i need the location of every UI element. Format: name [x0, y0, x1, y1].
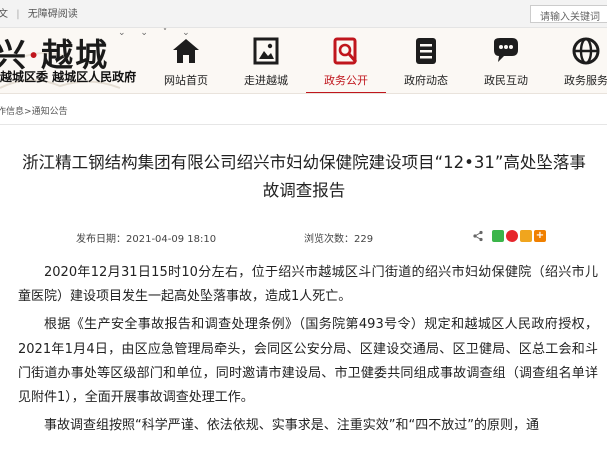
nav-label-home: 网站首页 — [164, 74, 208, 87]
article-paragraph: 2020年12月31日15时10分左右，位于绍兴市越城区斗门街道的绍兴市妇幼保健… — [18, 265, 598, 305]
plus-icon[interactable]: + — [534, 230, 546, 242]
article-body: 2020年12月31日15时10分左右，位于绍兴市越城区斗门街道的绍兴市妇幼保健… — [18, 261, 598, 442]
nav-item-news[interactable]: 政府动态 — [386, 28, 466, 93]
breadcrumb-item-info[interactable]: 作信息 — [0, 107, 24, 117]
breadcrumb-separator: > — [24, 107, 32, 117]
nav-item-about[interactable]: 走进越城 — [226, 28, 306, 93]
document-icon — [416, 38, 436, 64]
nav-item-gov-open[interactable]: 政务公开 — [306, 28, 386, 93]
article-paragraph: 根据《生产安全事故报告和调查处理条例》（国务院第493号令）规定和越城区人民政府… — [18, 317, 598, 406]
nav-label-news: 政府动态 — [404, 74, 448, 87]
weibo-icon[interactable] — [506, 230, 518, 242]
share-icon[interactable] — [472, 230, 484, 242]
top-separator: | — [16, 9, 20, 20]
picture-icon — [253, 37, 279, 65]
publish-date-value: 2021-04-09 18:10 — [126, 234, 217, 245]
home-icon — [173, 39, 199, 63]
qzone-icon[interactable] — [520, 230, 532, 242]
wechat-icon[interactable] — [492, 230, 504, 242]
breadcrumb-item-notice[interactable]: 通知公告 — [32, 107, 68, 117]
globe-icon — [572, 37, 600, 65]
nav-label-gov-open: 政务公开 — [324, 74, 368, 87]
nav-label-interaction: 政民互动 — [484, 74, 528, 87]
top-utility-bar: 文 | 无障碍阅读 请输入关键词 — [0, 0, 607, 28]
article-paragraph: 事故调查组按照“科学严谨、依法依规、实事求是、注重实效”和“四不放过”的原则，通 — [44, 418, 539, 434]
view-count: 浏览次数：229 — [304, 230, 373, 245]
publish-date: 发布日期：2021-04-09 18:10 — [76, 230, 216, 245]
view-count-value: 229 — [354, 234, 374, 245]
share-bar: + — [472, 229, 546, 243]
nav-item-home[interactable]: 网站首页 — [146, 28, 226, 93]
accessible-reading-link[interactable]: 无障碍阅读 — [28, 9, 78, 20]
search-doc-icon — [333, 37, 358, 65]
site-subtitle: 越城区委 越城区人民政府 — [0, 70, 137, 84]
nav-item-interaction[interactable]: 政民互动 — [466, 28, 546, 93]
search-placeholder: 请输入关键词 — [540, 12, 600, 23]
chat-icon — [494, 38, 518, 62]
top-links: 文 | 无障碍阅读 — [0, 5, 78, 20]
content-divider — [0, 124, 607, 125]
site-header: ⌄ ⌄ ˅ ⌄ 兴·越城 越城区委 越城区人民政府 网站首页 走进越城 — [0, 28, 607, 94]
nav-label-service: 政务服务 — [564, 74, 607, 87]
nav-label-about: 走进越城 — [244, 74, 288, 87]
nav-item-service[interactable]: 政务服务 — [546, 28, 607, 93]
article-title: 浙江精工钢结构集团有限公司绍兴市妇幼保健院建设项目“12•31”高处坠落事故调查… — [22, 153, 586, 200]
language-link[interactable]: 文 — [0, 9, 8, 20]
breadcrumb: 作信息>通知公告 — [0, 104, 68, 117]
publish-date-label: 发布日期： — [76, 234, 126, 245]
view-count-label: 浏览次数： — [304, 234, 354, 245]
search-input[interactable]: 请输入关键词 — [530, 5, 607, 23]
